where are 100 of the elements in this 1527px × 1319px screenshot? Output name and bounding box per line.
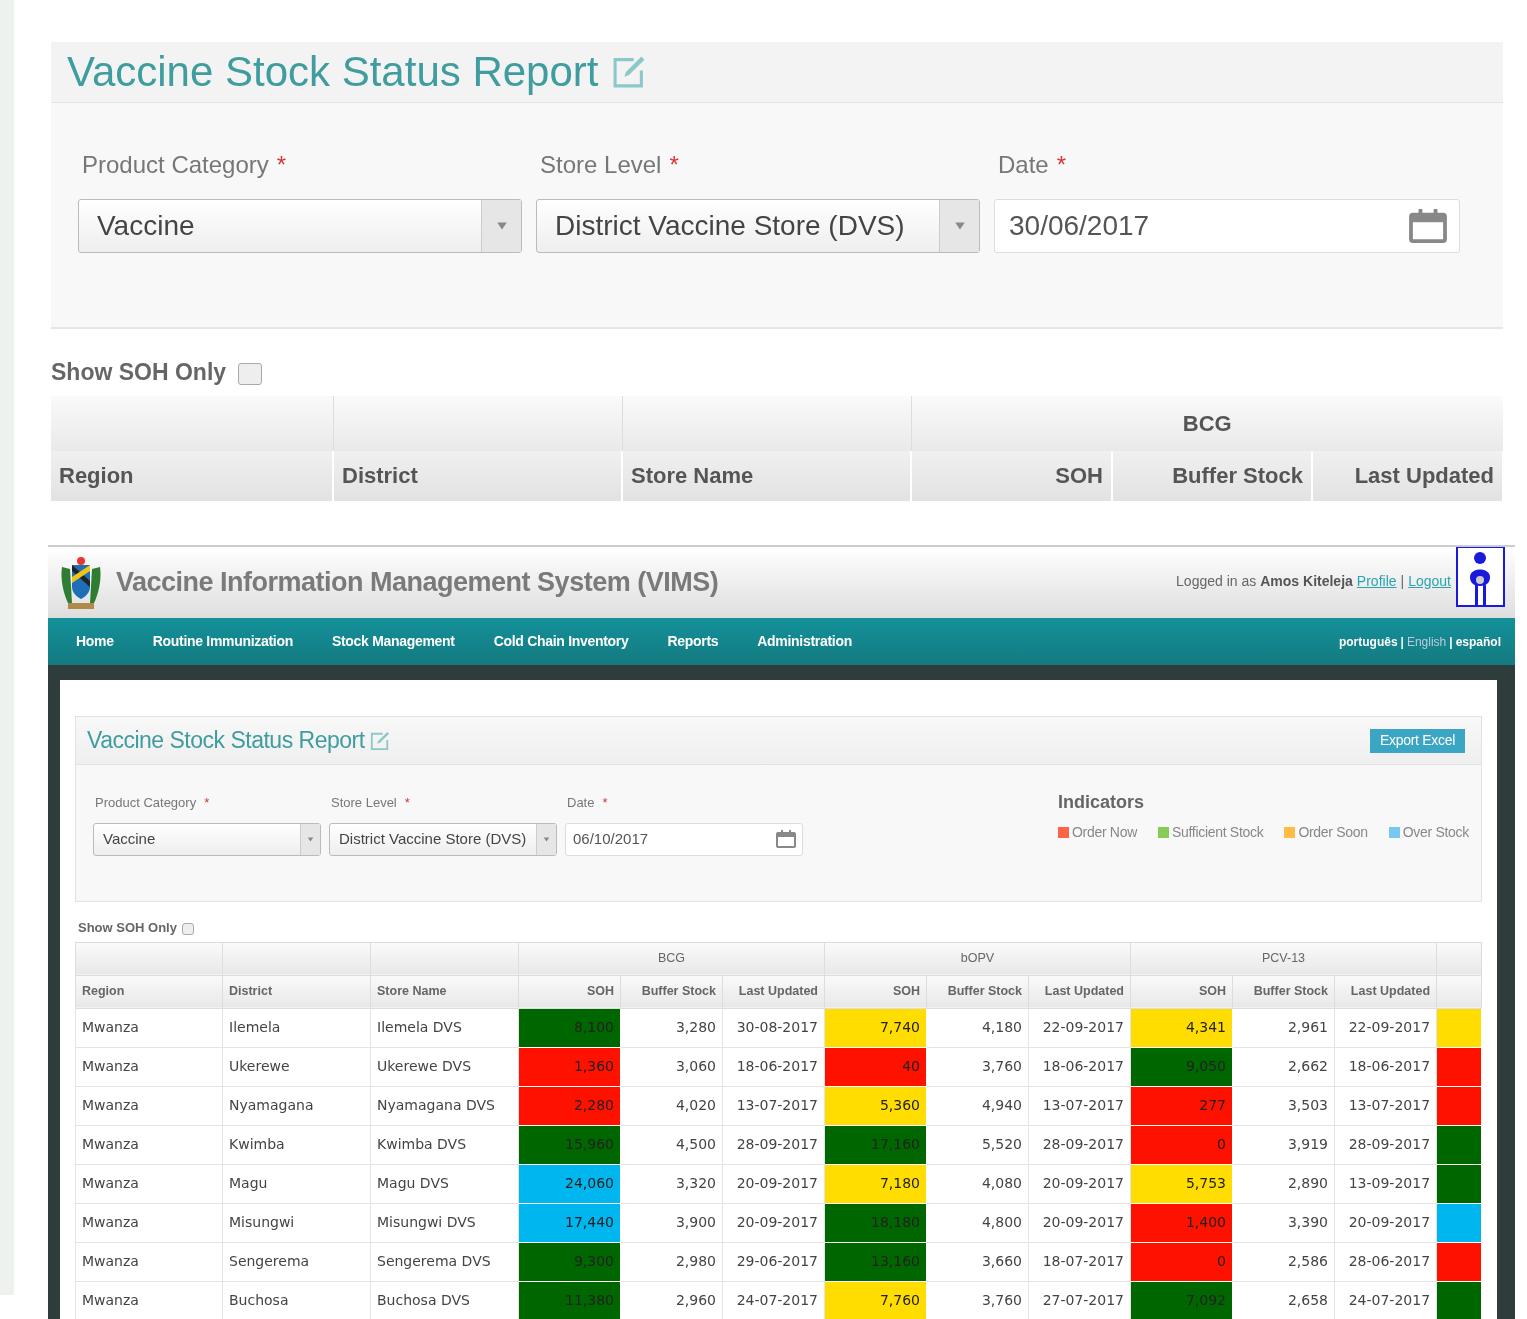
column-header[interactable]: Buffer Stock	[926, 975, 1029, 1008]
required-mark: *	[276, 150, 287, 180]
table-cell: 3,919	[1232, 1125, 1335, 1164]
language-link[interactable]: English	[1406, 632, 1447, 651]
table-cell: 20-09-2017	[1028, 1164, 1131, 1203]
column-group-header: bOPV	[824, 942, 1131, 975]
table-cell: 3,060	[620, 1047, 723, 1086]
legend-label: Order Soon	[1298, 823, 1368, 842]
table-cell: Misungwi DVS	[370, 1203, 519, 1242]
checkbox[interactable]	[238, 363, 263, 386]
dropdown[interactable]: District Vaccine Store (DVS)	[329, 822, 557, 856]
language-link[interactable]: português	[1338, 632, 1398, 651]
table-cell: 20-09-2017	[722, 1164, 825, 1203]
language-link[interactable]: español	[1455, 632, 1501, 651]
required-mark: *	[1056, 150, 1067, 180]
header-link[interactable]: Logout	[1408, 571, 1451, 592]
dropdown[interactable]: District Vaccine Store (DVS)	[536, 199, 980, 253]
table-cell: 20-09-2017	[722, 1203, 825, 1242]
table-cell: 18-06-2017	[1334, 1047, 1437, 1086]
table-cell: Sengerema DVS	[370, 1242, 519, 1281]
table-cell: Mwanza	[75, 1086, 223, 1125]
table-cell: 29-06-2017	[722, 1242, 825, 1281]
table-cell: 28-09-2017	[1028, 1125, 1131, 1164]
column-header[interactable]: Last Updated	[1334, 975, 1437, 1008]
column-header[interactable]: SOH	[518, 975, 621, 1008]
table-cell: Mwanza	[75, 1125, 223, 1164]
column-header[interactable]: SOH	[1130, 975, 1233, 1008]
nav-item[interactable]: Reports	[667, 631, 719, 652]
nav-item[interactable]: Stock Management	[331, 631, 455, 652]
soh-cell: 0	[1130, 1125, 1233, 1164]
date-field[interactable]: 06/10/2017	[565, 822, 803, 856]
column-group-header: BCG	[518, 942, 825, 975]
column-header[interactable]: District	[222, 975, 371, 1008]
column-header[interactable]: Last Updated	[1312, 450, 1504, 501]
soh-cell: 11,380	[518, 1281, 621, 1319]
date-field[interactable]: 30/06/2017	[994, 199, 1460, 253]
table-cell: 3,390	[1232, 1203, 1335, 1242]
table-cell: Ilemela	[222, 1008, 371, 1047]
table-cell: 4,940	[926, 1086, 1029, 1125]
field-label: Product Category	[82, 150, 269, 180]
column-header[interactable]: SOH	[911, 450, 1112, 501]
column-header[interactable]: Region	[51, 450, 333, 501]
app-title: Vaccine Information Management System (VIMS)	[116, 566, 719, 600]
soh-cell: 17,160	[824, 1125, 927, 1164]
column-header[interactable]: Buffer Stock	[1232, 975, 1335, 1008]
header-link[interactable]: Profile	[1356, 571, 1397, 592]
nav-item[interactable]: Home	[76, 631, 114, 652]
column-header[interactable]: Region	[75, 975, 223, 1008]
field-label: Date	[567, 794, 595, 812]
table-cell: Ukerewe	[222, 1047, 371, 1086]
legend-label: Over Stock	[1402, 823, 1469, 842]
column-header[interactable]: District	[333, 450, 622, 501]
table-cell: 28-09-2017	[722, 1125, 825, 1164]
calendar-icon[interactable]	[1409, 209, 1447, 243]
table-cell: Mwanza	[75, 1047, 223, 1086]
table-cell: 13-09-2017	[1334, 1164, 1437, 1203]
nav-item[interactable]: Administration	[757, 631, 852, 652]
table-cell: Kwimba	[222, 1125, 371, 1164]
legend-label: Sufficient Stock	[1171, 823, 1264, 842]
column-header[interactable]: Store Name	[370, 975, 519, 1008]
export-button[interactable]: Export Excel	[1370, 728, 1465, 753]
nav-item[interactable]: Cold Chain Inventory	[493, 631, 629, 652]
column-group-header: PCV-13	[1130, 942, 1437, 975]
checkbox[interactable]	[181, 923, 194, 936]
soh-cell: 5,360	[824, 1086, 927, 1125]
soh-cell: 1,400	[1130, 1203, 1233, 1242]
table-cell: 13-07-2017	[1334, 1086, 1437, 1125]
column-header[interactable]: Last Updated	[1028, 975, 1131, 1008]
table-cell: 3,660	[926, 1242, 1029, 1281]
column-header[interactable]: Last Updated	[722, 975, 825, 1008]
table-cell: 28-06-2017	[1334, 1242, 1437, 1281]
table-cell: Kwimba DVS	[370, 1125, 519, 1164]
soh-cell: 7,760	[824, 1281, 927, 1319]
soh-cell: 8,100	[518, 1008, 621, 1047]
nav-item[interactable]: Routine Immunization	[152, 631, 293, 652]
table-cell: 2,662	[1232, 1047, 1335, 1086]
column-header[interactable]: Buffer Stock	[1112, 450, 1312, 501]
soh-cell: 5,753	[1130, 1164, 1233, 1203]
soh-cell: 17,440	[518, 1203, 621, 1242]
table-cell: Magu DVS	[370, 1164, 519, 1203]
table-cell: 4,020	[620, 1086, 723, 1125]
table-cell: 22-09-2017	[1028, 1008, 1131, 1047]
column-header[interactable]: SOH	[824, 975, 927, 1008]
column-header[interactable]: Buffer Stock	[620, 975, 723, 1008]
table-cell: Nyamagana	[222, 1086, 371, 1125]
table-cell: 13-07-2017	[1028, 1086, 1131, 1125]
table-cell: Nyamagana DVS	[370, 1086, 519, 1125]
caret-icon	[543, 836, 550, 842]
required-mark: *	[602, 794, 608, 812]
dropdown[interactable]: Vaccine	[93, 822, 321, 856]
dropdown[interactable]: Vaccine	[78, 199, 522, 253]
edit-icon[interactable]	[368, 730, 391, 751]
table-cell: 18-06-2017	[722, 1047, 825, 1086]
table-cell: 4,800	[926, 1203, 1029, 1242]
table-cell: 30-08-2017	[722, 1008, 825, 1047]
calendar-icon[interactable]	[776, 830, 796, 848]
caret-icon	[307, 836, 314, 842]
table-cell: 3,320	[620, 1164, 723, 1203]
column-header[interactable]: Store Name	[622, 450, 911, 501]
table-cell: 18-07-2017	[1028, 1242, 1131, 1281]
